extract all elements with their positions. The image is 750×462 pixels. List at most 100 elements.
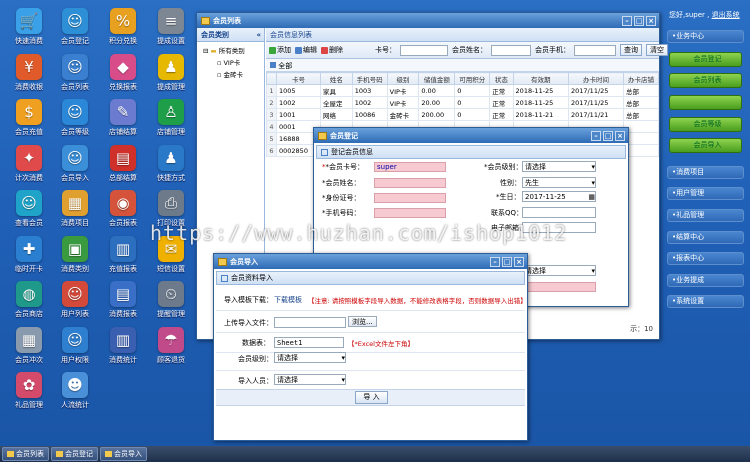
desktop-icon-view-member[interactable]: ☺ 查看会员	[6, 190, 52, 230]
logout-link[interactable]: 退出系统	[712, 11, 740, 19]
tree-item-gold[interactable]: ▫ 金砖卡	[197, 67, 264, 79]
desktop-icon-category[interactable]: ▣ 消费类别	[52, 235, 98, 276]
menu-commission[interactable]: •业务提成	[667, 274, 744, 287]
desktop-icon-consume-report[interactable]: ▤ 消费报表	[100, 281, 146, 321]
menu-reports[interactable]: •报表中心	[667, 252, 744, 265]
menu-consume-items[interactable]: •消费项目	[667, 166, 744, 179]
maximize-icon[interactable]: □	[603, 130, 613, 141]
desktop-icon-cart[interactable]: 🛒 快速消费	[6, 8, 52, 48]
tree-item-vip[interactable]: ▫ VIP卡	[197, 55, 264, 67]
level-select[interactable]: 请选择 ▾	[274, 352, 346, 363]
desktop-icon-reminder[interactable]: ⏲ 提醒管理	[148, 281, 194, 321]
tab-all[interactable]: 全部	[266, 59, 659, 72]
collapse-icon[interactable]: «	[256, 31, 261, 39]
column-header[interactable]: 储值金额	[418, 72, 456, 85]
desktop-icon-hq-settlement[interactable]: ▤ 总部结算	[100, 144, 146, 185]
tree-root[interactable]: ⊟ ▬ 所有类别	[197, 42, 264, 55]
table-row[interactable]: 2 1002 全屋定 1002 VIP卡 20.00 0 正常 2018-11-25 2017/1…	[266, 96, 660, 109]
clear-button[interactable]: 清空	[646, 44, 668, 56]
name-input[interactable]	[491, 44, 531, 56]
template-download-link[interactable]: 下载模板	[274, 295, 302, 305]
desktop-icon-member-store[interactable]: ◍ 会员商店	[6, 281, 52, 321]
level-select[interactable]: 请选择 ▾	[522, 161, 596, 172]
desktop-icon-shortcut[interactable]: ♟ 快捷方式	[148, 144, 194, 185]
register-titlebar[interactable]: 会员登记 – □ ×	[314, 128, 628, 143]
calendar-icon[interactable]: ▦	[588, 193, 595, 201]
id-field[interactable]	[374, 193, 446, 203]
column-header[interactable]: 状态	[489, 72, 514, 85]
menu-user-manage[interactable]: •用户管理	[667, 187, 744, 200]
menu-member-list-alt[interactable]	[669, 95, 742, 110]
close-icon[interactable]: ×	[615, 130, 625, 141]
import-titlebar[interactable]: 会员导入 – □ ×	[214, 254, 527, 269]
desktop-icon-traffic[interactable]: ☻ 人流统计	[52, 372, 98, 412]
menu-system-settings[interactable]: •系统设置	[667, 295, 744, 308]
desktop-icon-level[interactable]: ☺ 会员等级	[52, 99, 98, 139]
close-icon[interactable]: ×	[514, 256, 524, 267]
desktop-icon-member-list[interactable]: ☺ 会员列表	[52, 53, 98, 94]
desktop-icon-store-admin[interactable]: ♙ 店铺管理	[148, 99, 194, 139]
staff-select[interactable]: 请选择 ▾	[274, 374, 346, 385]
desktop-icon-cashier[interactable]: ¥ 消费收银	[6, 53, 52, 94]
birthday-field[interactable]: 2017-11-25 ▦	[522, 191, 596, 202]
desktop-icon-database[interactable]: ≡ 提成设置	[148, 8, 194, 48]
minimize-icon[interactable]: –	[490, 256, 500, 267]
extra-field[interactable]	[522, 282, 596, 292]
file-input[interactable]	[274, 317, 346, 328]
taskbar-item-member-list[interactable]: 会员列表	[2, 447, 49, 461]
desktop-icon-count-consume[interactable]: ✦ 计次消费	[6, 144, 52, 185]
menu-member-import[interactable]: 会员导入	[669, 138, 742, 153]
desktop-icon-recharge-report[interactable]: ▥ 充值报表	[100, 235, 146, 276]
column-header[interactable]: 手机号码	[351, 72, 388, 85]
maximize-icon[interactable]: □	[502, 256, 512, 267]
column-header[interactable]: 可用积分	[454, 72, 491, 85]
gender-select[interactable]: 先生 ▾	[522, 177, 596, 188]
desktop-icon-commission[interactable]: ♟ 提成管理	[148, 53, 194, 94]
menu-business-center[interactable]: •业务中心	[667, 30, 744, 43]
card-no-input[interactable]	[400, 44, 448, 56]
extra-select[interactable]: 请选择 ▾	[522, 265, 596, 276]
card-no-field[interactable]: super	[374, 162, 446, 172]
desktop-icon-recharge[interactable]: $ 会员充值	[6, 99, 52, 139]
desktop-icon-return[interactable]: ☂ 顾客退货	[148, 326, 194, 367]
name-field[interactable]	[374, 178, 446, 188]
menu-member-register[interactable]: 会员登记	[669, 52, 742, 67]
desktop-icon-gift[interactable]: % 积分兑换	[100, 8, 146, 48]
column-header[interactable]: 卡号	[276, 72, 321, 85]
table-row[interactable]: 1 1005 家具 1003 VIP卡 0.00 0 正常 2018-11-25 2017/11/…	[266, 84, 660, 97]
phone-input[interactable]	[574, 44, 616, 56]
desktop-icon-import[interactable]: ☺ 会员导入	[52, 144, 98, 185]
minimize-icon[interactable]: –	[591, 130, 601, 141]
desktop-icon-temp-card[interactable]: ✚ 临时开卡	[6, 235, 52, 276]
desktop-icon-settlement[interactable]: ✎ 店铺结算	[100, 99, 146, 139]
search-button[interactable]: 查询	[620, 44, 642, 56]
close-icon[interactable]: ×	[646, 15, 656, 26]
contact-field[interactable]	[522, 207, 596, 218]
desktop-icon-statistics[interactable]: ▥ 消费统计	[100, 326, 146, 367]
column-header[interactable]: 办卡时间	[567, 72, 624, 85]
column-header[interactable]: 姓名	[319, 72, 353, 85]
column-header[interactable]: 有效期	[512, 72, 569, 85]
desktop-icon-member-report[interactable]: ◉ 会员报表	[100, 190, 146, 230]
menu-member-level[interactable]: 会员等级	[669, 117, 742, 132]
add-button[interactable]: 添加	[269, 45, 291, 55]
desktop-icon-user-list[interactable]: ☺ 用户列表	[52, 281, 98, 321]
desktop-icon-user-add[interactable]: ☺ 会员登记	[52, 8, 98, 48]
member-list-titlebar[interactable]: 会员列表 – □ ×	[197, 13, 659, 28]
phone-field[interactable]	[374, 208, 446, 218]
menu-member-list[interactable]: 会员列表	[669, 73, 742, 88]
maximize-icon[interactable]: □	[634, 15, 644, 26]
menu-gift-manage[interactable]: •礼品管理	[667, 209, 744, 222]
minimize-icon[interactable]: –	[622, 15, 632, 26]
import-button[interactable]: 导 入	[355, 391, 388, 404]
desktop-icon-exchange-report[interactable]: ◆ 兑换报表	[100, 53, 146, 94]
delete-button[interactable]: 删除	[321, 45, 343, 55]
browse-button[interactable]: 浏览...	[348, 316, 377, 327]
table-row[interactable]: 3 1001 网络 10086 金砖卡 200.00 0 正常 2018-11-21 2017/1…	[266, 108, 660, 121]
taskbar-item-member-import[interactable]: 会员导入	[100, 447, 147, 461]
column-header[interactable]: 级别	[386, 72, 420, 85]
taskbar-item-member-register[interactable]: 会员登记	[51, 447, 98, 461]
desktop-icon-consume-item[interactable]: ▦ 消费项目	[52, 190, 98, 230]
sheet-input[interactable]: Sheet1	[274, 337, 344, 348]
edit-button[interactable]: 编辑	[295, 45, 317, 55]
